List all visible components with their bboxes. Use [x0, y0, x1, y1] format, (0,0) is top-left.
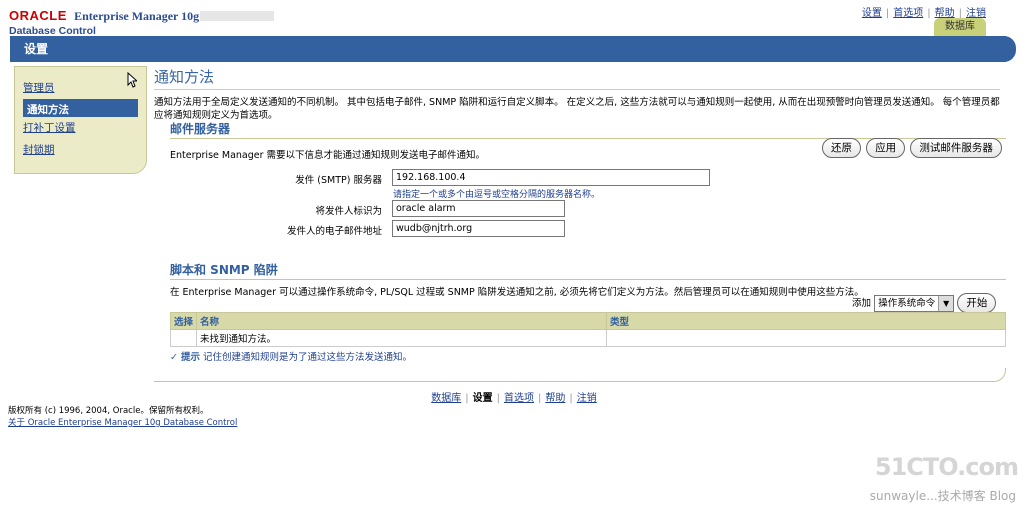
footer-links: 数据库 | 设置 | 首选项 | 帮助 | 注销	[431, 393, 597, 404]
sender-email-input[interactable]: wudb@njtrh.org	[392, 220, 565, 237]
footer-link-database[interactable]: 数据库	[431, 393, 461, 404]
methods-table: 选择 名称 类型 未找到通知方法。	[170, 312, 1006, 347]
content-frame-bottom	[154, 368, 1006, 382]
column-header-name[interactable]: 名称	[196, 312, 607, 330]
chevron-down-icon: ▼	[938, 296, 954, 311]
method-type-select[interactable]: 操作系统命令 ▼	[874, 295, 955, 312]
tip-text: 记住创建通知规则是为了通过这些方法发送通知。	[203, 352, 413, 363]
sender-name-label: 将发件人标识为	[315, 206, 382, 217]
column-header-select: 选择	[170, 312, 197, 330]
tab-database[interactable]: 数据库	[934, 18, 986, 36]
section-title: 设置	[24, 42, 49, 56]
table-cell-empty	[170, 329, 197, 347]
scripts-snmp-heading: 脚本和 SNMP 陷阱	[170, 261, 1006, 280]
global-links: 设置 | 首选项 | 帮助 | 注销	[861, 8, 986, 19]
smtp-server-label: 发件 (SMTP) 服务器	[295, 175, 382, 186]
page-header-bar: 设置	[10, 36, 1016, 62]
footer-link-preferences[interactable]: 首选项	[504, 393, 534, 404]
oracle-logo-text: ORACLE	[9, 8, 67, 23]
add-method-controls: 添加 操作系统命令 ▼ 开始	[852, 293, 997, 313]
brand-logo: ORACLE Enterprise Manager 10g Database C…	[9, 8, 199, 37]
tip-label: 提示	[181, 352, 201, 363]
go-button[interactable]: 开始	[957, 293, 997, 313]
mail-server-buttons: 还原 应用 测试邮件服务器	[822, 138, 1002, 158]
global-link-setup[interactable]: 设置	[862, 8, 882, 19]
sender-name-input[interactable]: oracle alarm	[392, 200, 565, 217]
sidebar-item-notification-methods[interactable]: 通知方法	[23, 99, 138, 117]
test-mail-server-button[interactable]: 测试邮件服务器	[910, 138, 1002, 158]
watermark-logo: 51CTO.com	[874, 453, 1019, 481]
column-header-type[interactable]: 类型	[606, 312, 1006, 330]
revert-button[interactable]: 还原	[822, 138, 861, 158]
method-type-value: 操作系统命令	[878, 298, 936, 309]
smtp-server-input[interactable]: 192.168.100.4	[392, 169, 710, 186]
table-row: 未找到通知方法。	[170, 329, 1006, 347]
smtp-server-hint: 请指定一个或多个由逗号或空格分隔的服务器名称。	[393, 190, 601, 200]
main-content: 通知方法 通知方法用于全局定义发送通知的不同机制。 其中包括电子邮件, SNMP…	[154, 66, 1006, 122]
footer-link-setup: 设置	[472, 393, 493, 404]
header-decoration	[200, 11, 274, 21]
global-link-preferences[interactable]: 首选项	[893, 8, 923, 19]
table-cell-empty	[606, 329, 1006, 347]
mail-server-heading: 邮件服务器	[170, 120, 1006, 139]
copyright-text: 版权所有 (c) 1996, 2004, Oracle。保留所有权利。	[8, 406, 209, 416]
page-title: 通知方法	[154, 66, 1000, 90]
mouse-cursor-icon	[127, 72, 137, 88]
footer-link-logout[interactable]: 注销	[577, 393, 597, 404]
tip: ✓ 提示 记住创建通知规则是为了通过这些方法发送通知。	[170, 349, 412, 363]
footer-link-help[interactable]: 帮助	[545, 393, 565, 404]
about-link[interactable]: 关于 Oracle Enterprise Manager 10g Databas…	[8, 416, 237, 428]
intro-text: 通知方法用于全局定义发送通知的不同机制。 其中包括电子邮件, SNMP 陷阱和运…	[154, 97, 1000, 121]
sidebar-item-patching-setup[interactable]: 打补丁设置	[15, 117, 146, 139]
product-name: Enterprise Manager 10g	[74, 9, 200, 23]
apply-button[interactable]: 应用	[866, 138, 906, 158]
sender-email-label: 发件人的电子邮件地址	[286, 226, 382, 237]
add-label: 添加	[852, 298, 872, 309]
table-empty-message: 未找到通知方法。	[196, 329, 607, 347]
table-header-row: 选择 名称 类型	[170, 312, 1006, 330]
sidebar-item-blackouts[interactable]: 封锁期	[15, 139, 146, 161]
watermark-text: sunwayle...技术博客 Blog	[869, 489, 1016, 503]
check-tip-icon: ✓	[170, 352, 178, 363]
